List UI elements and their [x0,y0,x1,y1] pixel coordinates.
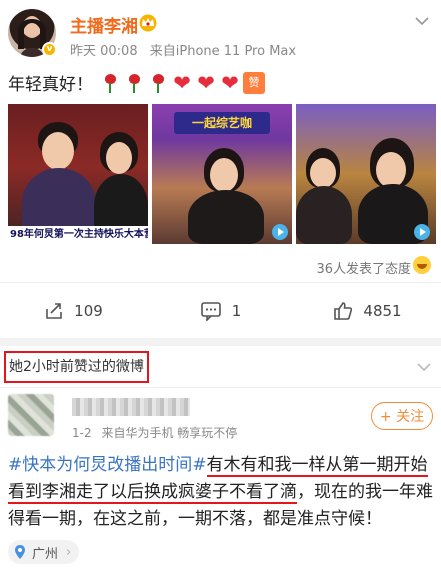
crown-icon [139,14,157,32]
rose-icon [123,72,145,94]
post-text: 年轻真好！ ❤ ❤ ❤ 赞 [8,70,267,95]
person-body [188,190,264,244]
liked-post-date: 1-2 [72,426,92,440]
post-time: 昨天 00:08 [70,44,138,59]
blurred-username[interactable] [72,398,190,416]
emoji-row: ❤ ❤ ❤ 赞 [99,70,267,95]
verified-badge-icon: v [42,42,57,57]
blurred-avatar[interactable] [8,394,54,436]
liked-section-header: 她2小时前赞过的微博 [0,346,441,388]
liked-post-header: 1-2 来自华为手机 畅享玩不停 + 关注 [0,390,441,442]
chevron-down-icon[interactable] [415,16,429,26]
rose-icon [147,72,169,94]
play-icon [414,224,430,240]
comment-icon [200,301,221,321]
username[interactable]: 主播李湘 [70,12,138,37]
post-photo-1[interactable]: 98年何炅第一次主持快乐大本营 [8,104,148,244]
location-pin-icon [15,545,25,559]
chevron-right-icon: › [66,544,72,560]
post-photo-2[interactable]: 一起综艺咖 [152,104,292,244]
laugh-icon [413,256,431,274]
liked-post-text: #快本为何炅改播出时间#有木有和我一样从第一期开始看到李湘走了以后换成疯婆子不看… [8,452,436,533]
heart-icon: ❤ [197,70,215,95]
thumbs-up-icon [334,301,353,320]
location-tag[interactable]: 广州 › [8,540,80,564]
person-face [210,158,238,192]
action-bar: 109 1 4851 [0,282,441,338]
liked-post-source: 来自华为手机 畅享玩不停 [101,426,238,440]
person-face [376,152,406,188]
repost-icon [46,302,62,319]
person-face [42,132,74,170]
post-photo-3[interactable] [296,104,436,244]
comment-button[interactable]: 1 [147,283,294,338]
like-button[interactable]: 4851 [294,283,441,338]
comment-count: 1 [231,301,242,320]
follow-button[interactable]: + 关注 [371,402,433,430]
heart-icon: ❤ [221,70,239,95]
post-meta: 昨天 00:08 来自iPhone 11 Pro Max [70,40,304,59]
post-header: v 主播李湘 昨天 00:08 来自iPhone 11 Pro Max [0,0,441,64]
repost-button[interactable]: 109 [0,283,147,338]
play-icon [272,224,288,240]
liked-section-label: 她2小时前赞过的微博 [4,351,149,383]
zan-icon: 赞 [243,71,265,94]
person-face [310,158,336,188]
hashtag-link[interactable]: #快本为何炅改播出时间# [8,455,207,475]
rose-icon [99,72,121,94]
like-count: 4851 [363,301,402,320]
post-source: 来自iPhone 11 Pro Max [149,44,297,59]
location-name: 广州 [32,546,59,562]
section-divider [0,338,441,346]
liked-post-meta: 1-2 来自华为手机 畅享玩不停 [72,424,243,441]
person-body [296,186,352,244]
reaction-count[interactable]: 36人发表了态度 [316,258,411,277]
photo-caption: 98年何炅第一次主持快乐大本营 [8,226,148,244]
post-text-content: 年轻真好！ [8,75,93,95]
repost-count: 109 [74,301,103,320]
photo-banner: 一起综艺咖 [174,112,270,134]
heart-icon: ❤ [173,70,191,95]
person-face [106,142,132,174]
chevron-down-icon[interactable] [417,362,431,372]
